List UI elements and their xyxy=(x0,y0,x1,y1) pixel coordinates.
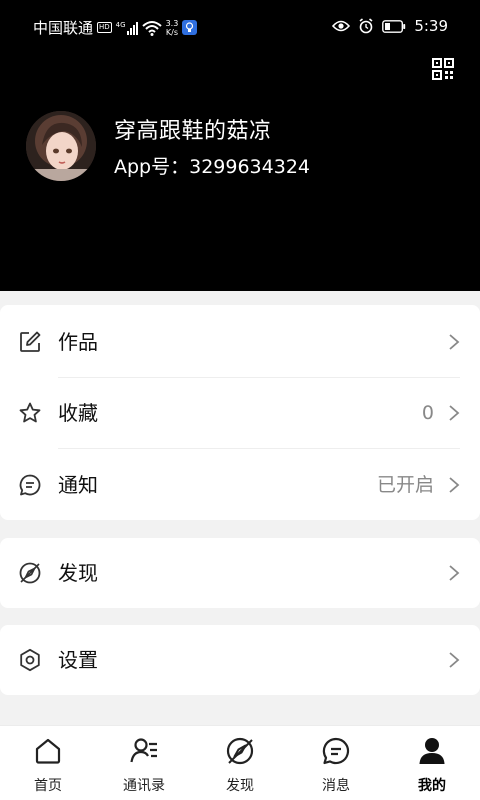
hd-badge: HD xyxy=(97,22,112,33)
menu-item-label: 作品 xyxy=(58,330,98,354)
app-notification-icon xyxy=(182,20,198,35)
home-icon xyxy=(35,738,61,764)
gear-icon xyxy=(20,648,40,672)
network-type-label: 4G xyxy=(115,20,126,29)
message-icon xyxy=(19,474,41,496)
nav-tab-home[interactable]: 首页 xyxy=(0,726,96,800)
profile-app-id: App号：3299634324 xyxy=(114,156,311,178)
profile-header: 中国联通 HD 4G 3.3 K/s 5:39 穿高跟鞋的菇凉 App号：329… xyxy=(0,0,480,291)
nav-tab-contacts[interactable]: 通讯录 xyxy=(96,726,192,800)
bottom-nav: 首页 通讯录 发现 消息 我的 xyxy=(0,725,480,800)
net-speed-value: 3.3 xyxy=(165,18,179,28)
status-bar: 中国联通 HD 4G 3.3 K/s 5:39 xyxy=(0,0,480,56)
status-left: 中国联通 HD 4G 3.3 K/s xyxy=(33,17,198,38)
menu-item-label: 收藏 xyxy=(58,401,98,425)
menu-item-label: 设置 xyxy=(58,648,98,672)
compass-icon xyxy=(226,737,254,765)
menu-item-works[interactable]: 作品 xyxy=(0,307,480,377)
edit-icon xyxy=(20,331,41,352)
chevron-right-icon xyxy=(449,565,460,581)
nav-label: 发现 xyxy=(226,778,254,794)
net-speed: 3.3 K/s xyxy=(166,19,179,37)
clock: 5:39 xyxy=(414,17,448,35)
nav-tab-me[interactable]: 我的 xyxy=(384,726,480,800)
notification-status: 已开启 xyxy=(376,474,434,496)
menu-item-favorites[interactable]: 收藏 0 xyxy=(0,378,480,448)
profile-name: 穿高跟鞋的菇凉 xyxy=(114,119,272,144)
chevron-right-icon xyxy=(449,334,460,350)
avatar-illustration xyxy=(26,111,96,181)
eye-icon xyxy=(332,20,351,32)
chevron-right-icon xyxy=(449,405,460,421)
nav-label: 我的 xyxy=(418,778,446,794)
menu-item-label: 发现 xyxy=(58,561,98,585)
divider xyxy=(58,448,460,449)
menu-card-discover: 发现 xyxy=(0,538,480,608)
nav-tab-discover[interactable]: 发现 xyxy=(192,726,288,800)
chevron-right-icon xyxy=(449,477,460,493)
status-right: 5:39 xyxy=(332,17,448,35)
nav-tab-messages[interactable]: 消息 xyxy=(288,726,384,800)
menu-item-label: 通知 xyxy=(58,473,98,497)
star-icon xyxy=(19,402,41,423)
menu-item-notifications[interactable]: 通知 已开启 xyxy=(0,450,480,520)
favorites-count: 0 xyxy=(421,402,434,424)
avatar[interactable] xyxy=(26,111,96,181)
alarm-icon xyxy=(359,18,373,34)
compass-icon xyxy=(19,562,41,584)
qr-code-icon[interactable] xyxy=(432,58,454,80)
menu-item-settings[interactable]: 设置 xyxy=(0,625,480,695)
menu-card-main: 作品 收藏 0 通知 已开启 xyxy=(0,305,480,520)
net-speed-unit: K/s xyxy=(165,27,178,37)
carrier-label: 中国联通 xyxy=(33,19,94,37)
menu-card-settings: 设置 xyxy=(0,625,480,695)
cell-signal-icon: 4G xyxy=(116,21,138,35)
nav-label: 消息 xyxy=(322,778,350,794)
message-icon xyxy=(322,737,350,765)
person-icon xyxy=(419,738,445,764)
nav-label: 首页 xyxy=(34,778,62,794)
wifi-icon xyxy=(141,20,162,36)
contacts-icon xyxy=(130,738,157,763)
battery-icon xyxy=(382,19,406,33)
nav-label: 通讯录 xyxy=(123,778,165,794)
chevron-right-icon xyxy=(449,652,460,668)
menu-item-discover[interactable]: 发现 xyxy=(0,538,480,608)
